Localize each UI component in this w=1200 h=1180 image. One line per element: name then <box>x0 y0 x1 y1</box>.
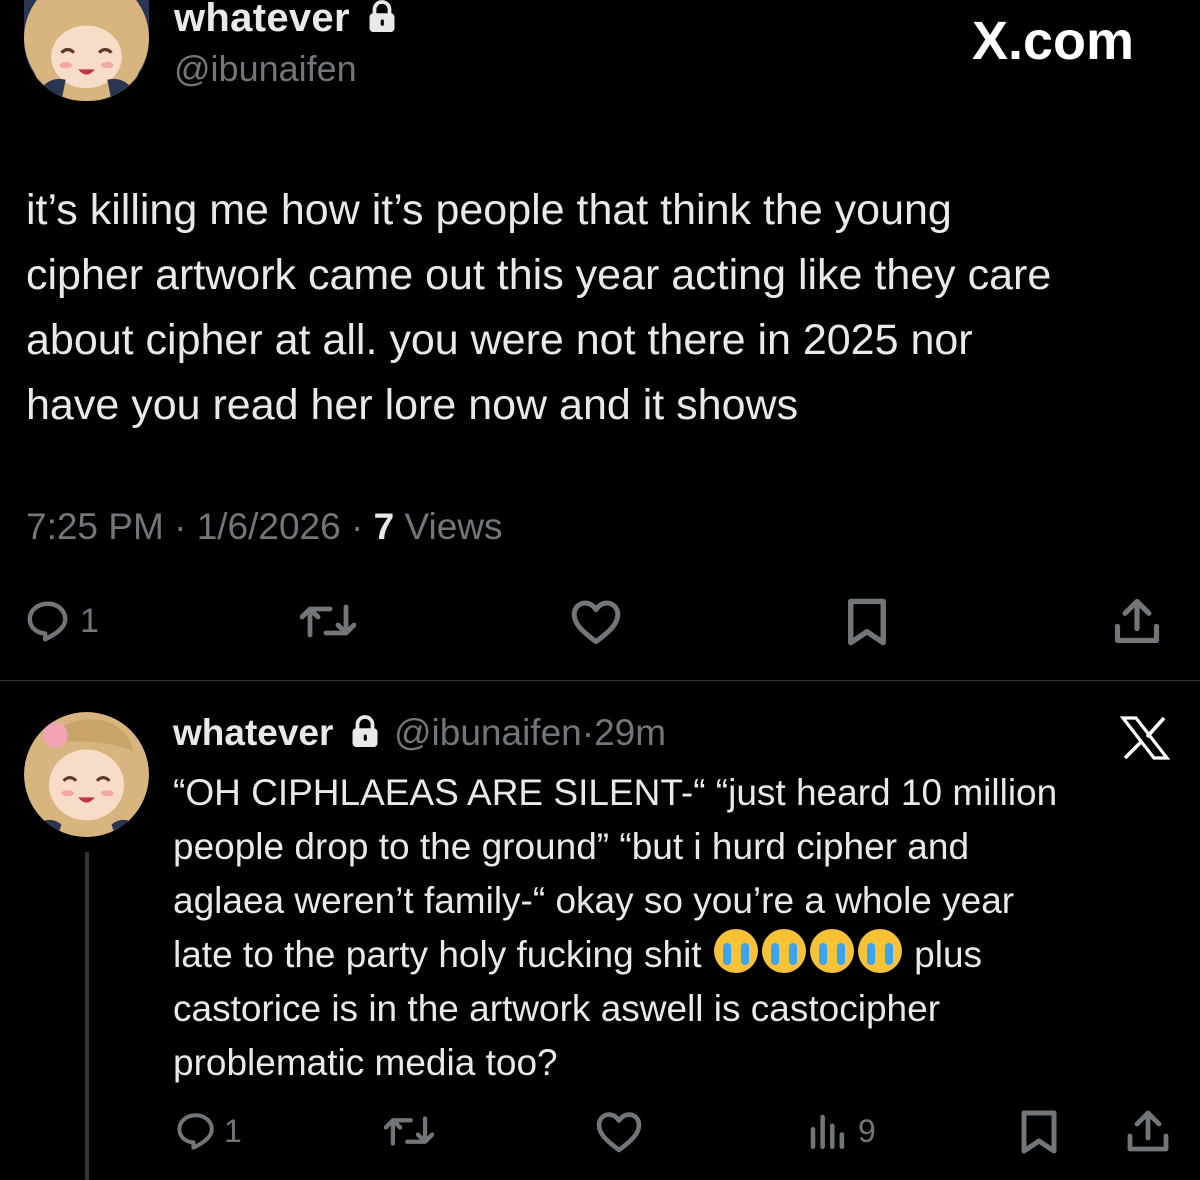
heart-icon <box>596 1112 642 1153</box>
reply-line: problematic media too? <box>173 1042 558 1083</box>
thread-line <box>85 852 89 1180</box>
lock-icon <box>352 715 378 748</box>
divider <box>0 680 1200 681</box>
reply-line: people drop to the ground” “but i hurd c… <box>173 826 970 867</box>
reply-count: 1 <box>80 601 99 640</box>
reply-icon <box>177 1113 214 1150</box>
bookmark-button[interactable] <box>844 596 890 648</box>
reply-button[interactable]: 1 <box>174 1110 242 1152</box>
handle[interactable]: @ibunaifen <box>174 48 357 90</box>
tweet-text: it’s killing me how it’s people that thi… <box>26 186 1052 429</box>
reply-count: 1 <box>224 1112 242 1149</box>
lock-icon <box>369 0 395 33</box>
reply-icon <box>27 601 68 642</box>
reply-line-with-emoji: late to the party holy fucking shit plus <box>173 928 1057 982</box>
reply-line: “OH CIPHLAEAS ARE SILENT-“ “just heard 1… <box>173 772 1058 813</box>
bookmark-icon <box>848 598 886 646</box>
tweet-date[interactable]: 1/6/2026 <box>197 506 341 547</box>
share-icon <box>1127 1110 1169 1152</box>
avatar[interactable] <box>24 0 149 101</box>
meta-separator: · <box>163 506 197 547</box>
repost-button[interactable] <box>384 1108 434 1154</box>
loudly-crying-face-emoji <box>713 929 758 973</box>
reply-header: whatever @ibunaifen·29m <box>173 712 666 754</box>
tweet-meta: 7:25 PM · 1/6/2026 · 7 Views <box>26 506 503 548</box>
repost-icon <box>300 604 356 638</box>
meta-separator: · <box>581 712 595 753</box>
loudly-crying-face-emoji <box>809 929 854 973</box>
display-name[interactable]: whatever <box>174 0 397 41</box>
heart-icon <box>571 600 621 645</box>
watermark: X.com <box>972 11 1135 71</box>
reply-line: aglaea weren’t family-“ okay so you’re a… <box>173 880 1015 921</box>
like-button[interactable] <box>594 1110 644 1154</box>
reply-line: late to the party holy fucking shit <box>173 934 702 975</box>
views-count: 9 <box>858 1112 876 1149</box>
display-name[interactable]: whatever <box>173 712 333 753</box>
meta-separator: · <box>340 506 374 547</box>
share-icon <box>1114 598 1160 644</box>
like-button[interactable] <box>568 598 624 646</box>
tweet-time[interactable]: 7:25 PM <box>26 506 164 547</box>
reply-text: “OH CIPHLAEAS ARE SILENT-“ “just heard 1… <box>173 766 1057 1090</box>
views-icon <box>810 1114 845 1150</box>
tweet-age[interactable]: 29m <box>594 712 666 753</box>
bookmark-icon <box>1021 1110 1057 1154</box>
repost-icon <box>384 1116 434 1146</box>
loudly-crying-face-emoji <box>761 929 806 973</box>
repost-button[interactable] <box>300 596 356 646</box>
reply-button[interactable]: 1 <box>24 598 99 644</box>
views-button[interactable]: 9 <box>806 1110 876 1152</box>
loudly-crying-face-emoji <box>857 929 902 973</box>
share-button[interactable] <box>1124 1108 1172 1156</box>
handle[interactable]: @ibunaifen <box>394 712 582 753</box>
x-logo-icon <box>1119 716 1171 760</box>
views-count: 7 <box>373 506 395 547</box>
avatar[interactable] <box>24 712 149 837</box>
views-label: Views <box>404 506 503 547</box>
share-button[interactable] <box>1110 596 1164 648</box>
bookmark-button[interactable] <box>1018 1108 1060 1156</box>
reply-line: castorice is in the artwork aswell is ca… <box>173 988 941 1029</box>
display-name-text[interactable]: whatever <box>174 0 350 40</box>
reply-line-tail: plus <box>914 934 983 975</box>
